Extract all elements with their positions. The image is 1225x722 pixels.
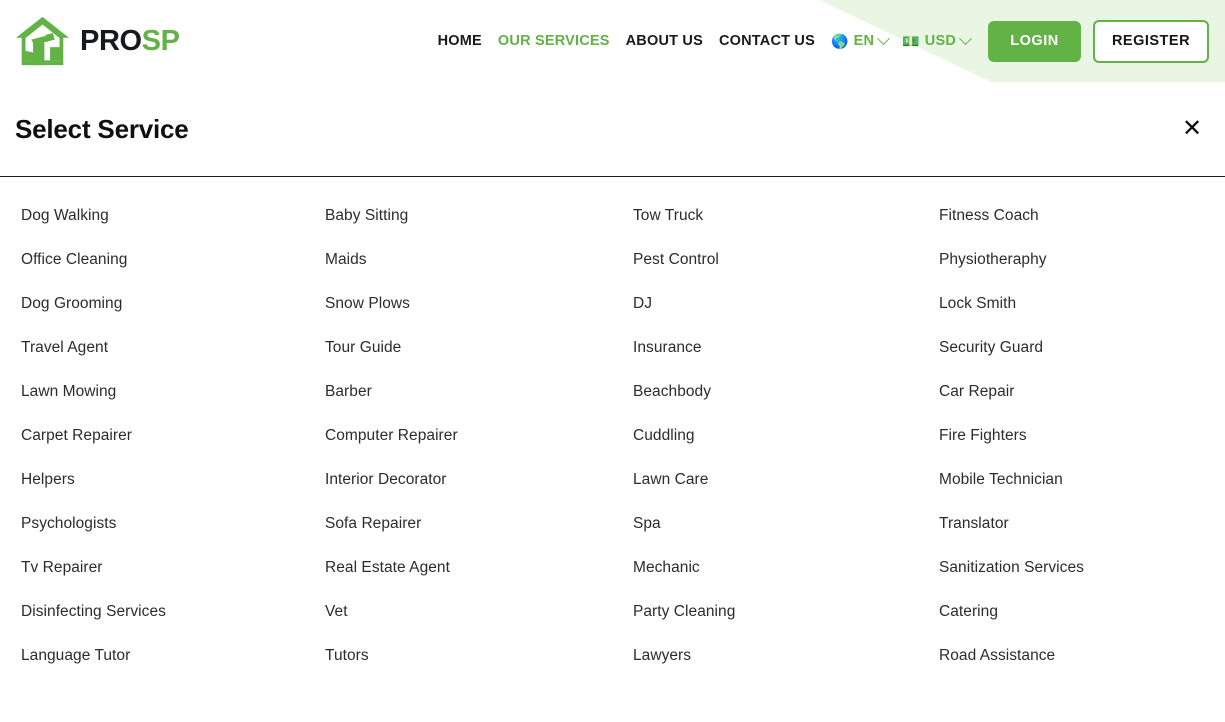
service-item[interactable]: Road Assistance [939,634,1225,678]
service-grid: Dog Walking Office Cleaning Dog Grooming… [0,177,1225,678]
service-item[interactable]: Translator [939,502,1225,546]
service-item[interactable]: Snow Plows [325,282,614,326]
chevron-down-icon [959,31,972,45]
brand-wordmark-pro: PRO [80,24,142,57]
service-item[interactable]: Fitness Coach [939,194,1225,238]
service-item[interactable]: Lawyers [633,634,919,678]
house-tool-icon [14,15,71,67]
service-item[interactable]: Fire Fighters [939,414,1225,458]
service-item[interactable]: Language Tutor [21,634,307,678]
language-selector[interactable]: 🌎 EN [830,27,891,55]
service-item[interactable]: Tow Truck [633,194,919,238]
service-item[interactable]: Barber [325,370,614,414]
main-navigation: HOME OUR SERVICES ABOUT US CONTACT US 🌎 … [438,19,1209,63]
service-item[interactable]: Lawn Care [633,458,919,502]
service-item[interactable]: Spa [633,502,919,546]
service-item[interactable]: Interior Decorator [325,458,614,502]
service-column-3: Tow Truck Pest Control DJ Insurance Beac… [614,177,919,678]
service-item[interactable]: Office Cleaning [21,238,307,282]
service-item[interactable]: Dog Grooming [21,282,307,326]
service-item[interactable]: Carpet Repairer [21,414,307,458]
service-item[interactable]: Beachbody [633,370,919,414]
service-item[interactable]: Sanitization Services [939,546,1225,590]
select-service-modal: Select Service ✕ Dog Walking Office Clea… [0,82,1225,678]
service-item[interactable]: Tv Repairer [21,546,307,590]
service-item[interactable]: Psychologists [21,502,307,546]
service-item[interactable]: Sofa Repairer [325,502,614,546]
service-item[interactable]: Dog Walking [21,194,307,238]
service-item[interactable]: Baby Sitting [325,194,614,238]
site-header: PROSP HOME OUR SERVICES ABOUT US CONTACT… [0,0,1225,82]
service-item[interactable]: Helpers [21,458,307,502]
currency-selector-label: USD [924,33,956,49]
service-item[interactable]: Cuddling [633,414,919,458]
service-item[interactable]: Car Repair [939,370,1225,414]
login-button[interactable]: LOGIN [988,20,1081,62]
page-title: Select Service [15,114,189,144]
service-item[interactable]: Real Estate Agent [325,546,614,590]
brand-logo-link[interactable]: PROSP [14,15,180,67]
service-item[interactable]: Lawn Mowing [21,370,307,414]
register-button[interactable]: REGISTER [1093,19,1209,63]
chevron-down-icon [877,31,891,45]
nav-item-contact-us[interactable]: CONTACT US [719,27,815,55]
globe-icon: 🌎 [830,33,849,49]
service-item[interactable]: Security Guard [939,326,1225,370]
service-item[interactable]: Travel Agent [21,326,307,370]
service-item[interactable]: Physiotheraphy [939,238,1225,282]
service-item[interactable]: Party Cleaning [633,590,919,634]
service-item[interactable]: DJ [633,282,919,326]
service-item[interactable]: Mobile Technician [939,458,1225,502]
service-item[interactable]: Vet [325,590,614,634]
service-column-4: Fitness Coach Physiotheraphy Lock Smith … [919,177,1225,678]
brand-wordmark: PROSP [80,24,180,57]
nav-item-home[interactable]: HOME [438,27,482,55]
close-icon[interactable]: ✕ [1175,112,1209,146]
brand-wordmark-sp: SP [141,24,180,57]
service-item[interactable]: Computer Repairer [325,414,614,458]
service-item[interactable]: Lock Smith [939,282,1225,326]
service-item[interactable]: Catering [939,590,1225,634]
service-column-2: Baby Sitting Maids Snow Plows Tour Guide… [307,177,614,678]
service-item[interactable]: Tutors [325,634,614,678]
service-item[interactable]: Maids [325,238,614,282]
nav-item-our-services[interactable]: OUR SERVICES [498,27,610,55]
service-item[interactable]: Insurance [633,326,919,370]
service-item[interactable]: Pest Control [633,238,919,282]
currency-selector[interactable]: 💵 USD [902,27,972,55]
service-item[interactable]: Tour Guide [325,326,614,370]
modal-header: Select Service ✕ [0,82,1225,177]
service-column-1: Dog Walking Office Cleaning Dog Grooming… [0,177,307,678]
language-selector-label: EN [853,33,875,49]
nav-item-about-us[interactable]: ABOUT US [626,27,703,55]
service-item[interactable]: Mechanic [633,546,919,590]
service-item[interactable]: Disinfecting Services [21,590,307,634]
banknote-icon: 💵 [902,33,920,49]
